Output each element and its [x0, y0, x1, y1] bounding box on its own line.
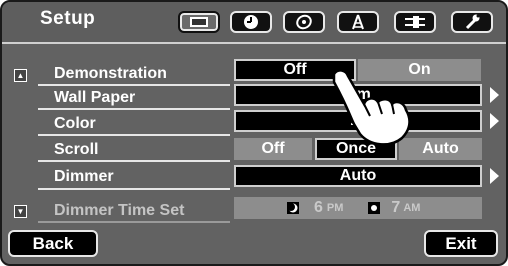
divider [38, 84, 230, 86]
sun-icon [368, 202, 381, 214]
wallpaper-next-icon[interactable] [490, 87, 499, 103]
dimmer-to-hour: 7 [391, 199, 401, 216]
dimmer-time-label: Dimmer Time Set [54, 202, 185, 219]
disc-icon [296, 14, 312, 30]
page-title: Setup [40, 8, 96, 29]
divider [38, 188, 230, 190]
dimmer-label: Dimmer [54, 168, 114, 185]
wrench-icon [465, 14, 480, 30]
moon-icon [287, 202, 299, 214]
dimmer-time-value[interactable]: 6 PM 7 AM [234, 197, 482, 219]
back-button[interactable]: Back [8, 230, 98, 257]
divider [38, 108, 230, 110]
tab-disc[interactable] [283, 11, 325, 33]
dimmer-next-icon[interactable] [490, 168, 499, 184]
exit-button[interactable]: Exit [424, 230, 498, 257]
dimmer-from-ampm: PM [326, 202, 344, 214]
dimmer-value[interactable]: Auto [234, 165, 482, 187]
input-icon [405, 16, 425, 28]
pointing-hand-icon [332, 69, 411, 146]
triangle-down-icon: ▼ [16, 207, 25, 216]
divider [38, 221, 230, 223]
dimmer-to-ampm: AM [403, 202, 421, 214]
scroll-down-button[interactable]: ▼ [14, 205, 27, 218]
tab-settings[interactable] [451, 11, 493, 33]
tab-antenna[interactable] [337, 11, 379, 33]
setup-screen: Setup ▲ Demonstration Off On Wall Paper … [0, 0, 508, 266]
wallpaper-label: Wall Paper [54, 89, 136, 106]
tab-display[interactable] [178, 11, 220, 33]
divider [38, 160, 230, 162]
display-icon [190, 17, 208, 27]
tab-input[interactable] [394, 11, 436, 33]
scroll-off-button[interactable]: Off [234, 138, 312, 160]
header-bar: Setup [2, 2, 506, 44]
dimmer-from-hour: 6 [314, 199, 323, 216]
scroll-label: Scroll [54, 141, 99, 158]
tab-clock[interactable] [230, 11, 272, 33]
divider [38, 134, 230, 136]
color-next-icon[interactable] [490, 113, 499, 129]
scroll-up-button[interactable]: ▲ [14, 69, 27, 82]
clock-icon [244, 15, 258, 29]
color-label: Color [54, 115, 96, 132]
demonstration-label: Demonstration [54, 65, 167, 82]
triangle-up-icon: ▲ [16, 71, 25, 80]
antenna-icon [352, 14, 364, 30]
